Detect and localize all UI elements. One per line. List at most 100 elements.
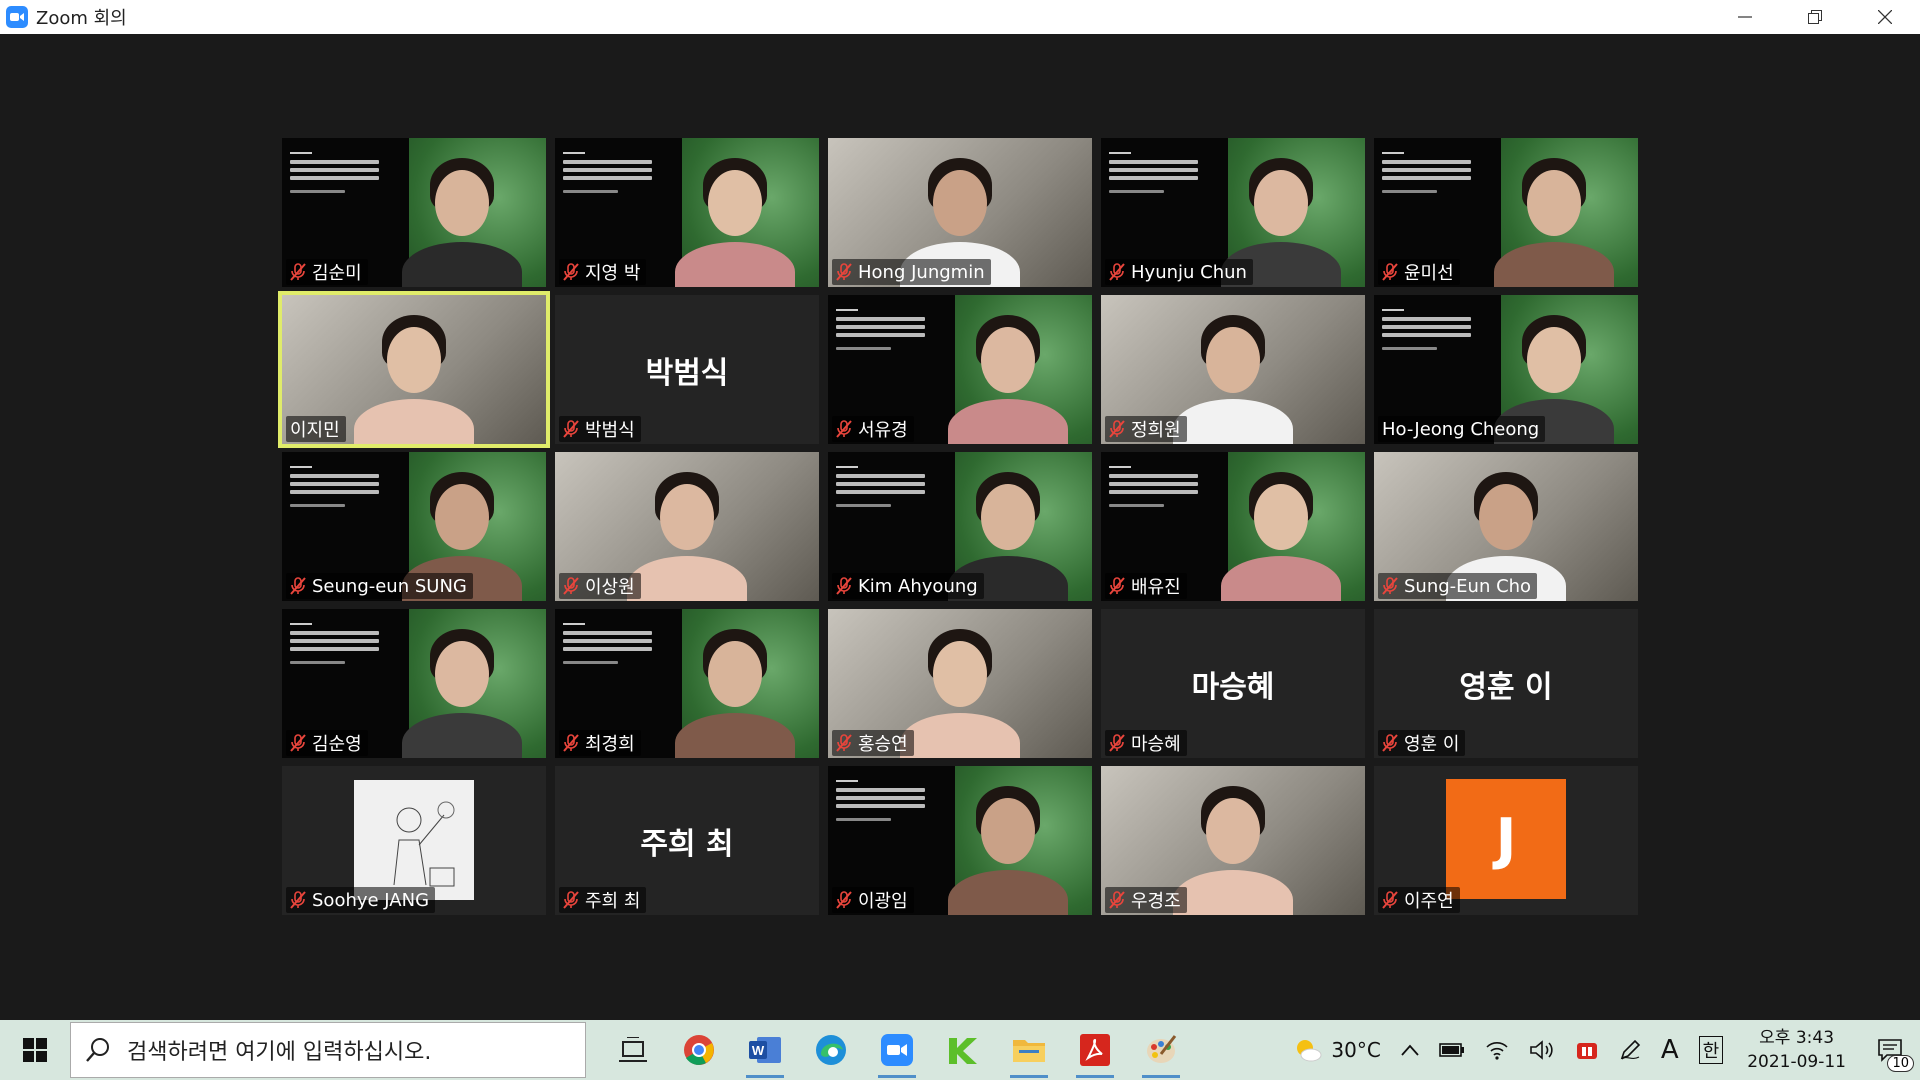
participant-label: 마승혜 — [1105, 730, 1187, 756]
muted-mic-icon — [836, 577, 852, 595]
participant-tile[interactable]: 김순미 — [282, 138, 546, 287]
task-view-icon — [619, 1037, 647, 1062]
participant-tile[interactable]: 홍승연 — [828, 609, 1092, 758]
participant-name: 김순영 — [312, 734, 362, 755]
participant-tile[interactable]: 영훈 이 영훈 이 — [1374, 609, 1638, 758]
acrobat-icon — [1080, 1034, 1110, 1066]
notification-center-button[interactable]: 10 — [1860, 1020, 1920, 1080]
ime-mode-button[interactable]: A — [1651, 1020, 1689, 1080]
participant-label: Soohye JANG — [286, 887, 436, 913]
muted-mic-icon — [563, 577, 579, 595]
minimize-button[interactable] — [1710, 0, 1780, 34]
muted-mic-icon — [1109, 734, 1125, 752]
word-taskbar-button[interactable]: W — [732, 1020, 798, 1080]
participant-name: Ho-Jeong Cheong — [1382, 418, 1540, 440]
participant-label: 김순영 — [286, 730, 368, 756]
participant-label: 우경조 — [1105, 887, 1187, 913]
start-button[interactable] — [0, 1020, 70, 1080]
gallery-grid: 김순미 지영 박 Hong Jungmin Hyunju Chun 윤미선이지민 박범식 박… — [278, 138, 1639, 916]
chevron-up-icon — [1401, 1044, 1419, 1056]
app-tray-icon — [1576, 1043, 1597, 1059]
paint-taskbar-button[interactable] — [1128, 1020, 1194, 1080]
search-placeholder: 검색하려면 여기에 입력하십시오. — [127, 1040, 432, 1065]
participant-tile[interactable]: 서유경 — [828, 295, 1092, 444]
participant-label: Sung-Eun Cho — [1378, 573, 1538, 599]
task-view-button[interactable] — [600, 1020, 666, 1080]
participant-name: Hyunju Chun — [1131, 261, 1247, 283]
participant-tile[interactable]: Kim Ahyoung — [828, 452, 1092, 601]
participant-tile[interactable]: Soohye JANG — [282, 766, 546, 915]
muted-mic-icon — [1382, 263, 1398, 281]
muted-mic-icon — [1382, 891, 1398, 909]
participant-name: Kim Ahyoung — [858, 575, 978, 597]
participant-tile[interactable]: 배유진 — [1101, 452, 1365, 601]
folder-icon — [1013, 1040, 1045, 1062]
file-explorer-taskbar-button[interactable] — [996, 1020, 1062, 1080]
muted-mic-icon — [290, 577, 306, 595]
participant-tile[interactable]: 최경희 — [555, 609, 819, 758]
wifi-icon — [1486, 1042, 1508, 1060]
battery-button[interactable] — [1429, 1020, 1475, 1080]
participant-name: 김순미 — [312, 263, 362, 284]
chrome-taskbar-button[interactable] — [666, 1020, 732, 1080]
participant-tile[interactable]: 지영 박 — [555, 138, 819, 287]
participant-label: 이지민 — [286, 416, 346, 442]
participant-name: Seung-eun SUNG — [312, 575, 467, 597]
participant-tile[interactable]: 이상원 — [555, 452, 819, 601]
clock[interactable]: 오후 3:43 2021-09-11 — [1733, 1026, 1860, 1074]
taskbar-search-box[interactable]: 검색하려면 여기에 입력하십시오. — [70, 1022, 586, 1078]
participant-tile[interactable]: Hong Jungmin — [828, 138, 1092, 287]
network-button[interactable] — [1475, 1020, 1519, 1080]
participant-tile[interactable]: 이광임 — [828, 766, 1092, 915]
participant-tile[interactable]: Ho-Jeong Cheong — [1374, 295, 1638, 444]
participant-name: 최경희 — [585, 734, 635, 755]
system-tray: 30°C A 한 오후 3:43 2021-09-11 10 — [1283, 1020, 1920, 1080]
participant-tile[interactable]: 우경조 — [1101, 766, 1365, 915]
window-controls — [1710, 0, 1920, 34]
participant-tile[interactable]: Seung-eun SUNG — [282, 452, 546, 601]
participant-tile[interactable]: 이지민 — [278, 291, 550, 448]
restore-button[interactable] — [1780, 0, 1850, 34]
participant-tile[interactable]: 마승혜 마승혜 — [1101, 609, 1365, 758]
ime-language-button[interactable]: 한 — [1689, 1020, 1734, 1080]
acrobat-taskbar-button[interactable] — [1062, 1020, 1128, 1080]
participant-tile[interactable]: Sung-Eun Cho — [1374, 452, 1638, 601]
participant-tile[interactable]: 김순영 — [282, 609, 546, 758]
participant-label: Seung-eun SUNG — [286, 573, 473, 599]
clock-time: 오후 3:43 — [1759, 1028, 1835, 1048]
app-k-icon — [949, 1038, 977, 1064]
participant-tile[interactable]: 윤미선 — [1374, 138, 1638, 287]
muted-mic-icon — [1382, 577, 1398, 595]
participant-label: 주희 최 — [559, 887, 647, 913]
zoom-taskbar-button[interactable] — [864, 1020, 930, 1080]
participant-name: Sung-Eun Cho — [1404, 575, 1532, 597]
app-k-taskbar-button[interactable] — [930, 1020, 996, 1080]
paint-palette-icon — [1147, 1035, 1177, 1063]
participant-name: 이상원 — [585, 577, 635, 598]
volume-button[interactable] — [1519, 1020, 1565, 1080]
close-button[interactable] — [1850, 0, 1920, 34]
weather-widget[interactable]: 30°C — [1283, 1020, 1390, 1080]
profile-avatar: J — [1446, 779, 1566, 899]
participant-tile[interactable]: 주희 최 주희 최 — [555, 766, 819, 915]
show-hidden-icons-button[interactable] — [1391, 1020, 1429, 1080]
minimize-icon — [1738, 16, 1752, 18]
participant-label: 배유진 — [1105, 573, 1187, 599]
participant-name: 영훈 이 — [1404, 734, 1460, 755]
participant-tile[interactable]: Hyunju Chun — [1101, 138, 1365, 287]
muted-mic-icon — [1109, 891, 1125, 909]
participant-label: 서유경 — [832, 416, 914, 442]
participant-label: Ho-Jeong Cheong — [1378, 416, 1546, 442]
muted-mic-icon — [563, 734, 579, 752]
app-tray-button[interactable] — [1565, 1020, 1609, 1080]
muted-mic-icon — [290, 891, 306, 909]
pen-button[interactable] — [1609, 1020, 1651, 1080]
participant-label: 이광임 — [832, 887, 914, 913]
edge-taskbar-button[interactable] — [798, 1020, 864, 1080]
participant-tile[interactable]: J 이주연 — [1374, 766, 1638, 915]
windows-icon — [23, 1038, 47, 1062]
muted-mic-icon — [836, 263, 852, 281]
participant-tile[interactable]: 정희원 — [1101, 295, 1365, 444]
participant-tile[interactable]: 박범식 박범식 — [555, 295, 819, 444]
search-icon — [86, 1038, 109, 1062]
